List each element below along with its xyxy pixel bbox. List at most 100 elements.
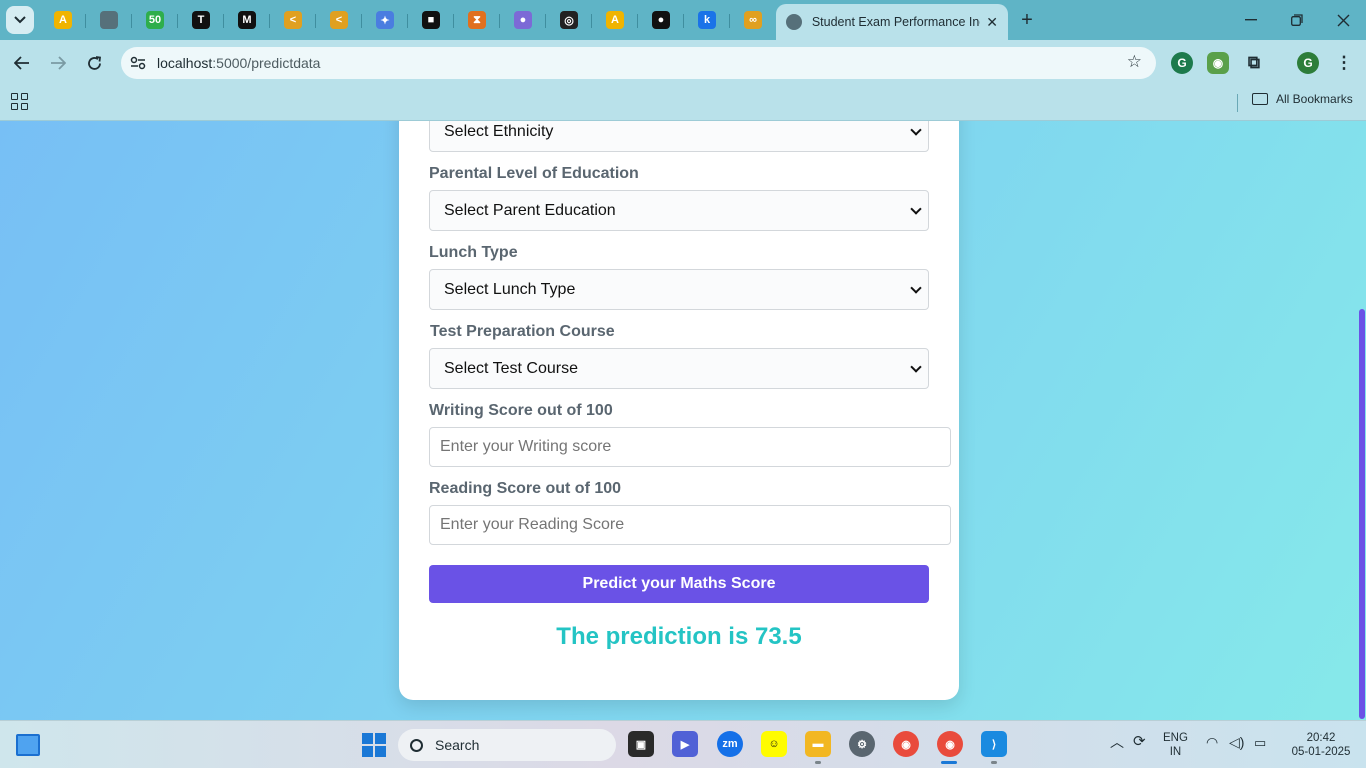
minimize-icon [1245, 19, 1257, 21]
medium-icon: M [238, 11, 256, 29]
chrome-profile-icon[interactable]: ◉ [937, 731, 963, 757]
sync-icon[interactable]: ⟳ [1133, 734, 1146, 749]
lunch-type-select[interactable]: Select Lunch Type [429, 269, 929, 310]
parent-education-select[interactable]: Select Parent Education [429, 190, 929, 231]
new-tab-button[interactable]: + [1016, 9, 1038, 31]
zoom-icon[interactable]: zm [717, 731, 743, 757]
restore-icon [1291, 14, 1303, 26]
reading-score-label: Reading Score out of 100 [429, 480, 622, 497]
test-prep-select[interactable]: Select Test Course [429, 348, 929, 389]
arrow-left-icon [14, 56, 29, 70]
back-button[interactable] [10, 51, 34, 75]
pinned-tab[interactable]: < [270, 6, 316, 34]
pinned-tabs: A 50 T M < < ✦ ■ ⧗ ● ◎ A ● k ∞ [40, 6, 776, 34]
settings-gear-icon[interactable]: ⚙ [849, 731, 875, 757]
language-line1: ENG [1163, 732, 1188, 744]
pinned-tab[interactable]: T [178, 6, 224, 34]
android-extension-icon[interactable]: ◉ [1207, 52, 1229, 74]
site-info-icon[interactable] [129, 54, 147, 72]
active-tab[interactable]: Student Exam Performance Indi ✕ [776, 4, 1008, 40]
leaf-icon: < [284, 11, 302, 29]
close-tab-icon[interactable]: ✕ [986, 14, 998, 31]
tab-search-button[interactable] [6, 6, 34, 34]
puzzle-icon: ■ [422, 11, 440, 29]
chevron-down-icon [910, 361, 922, 373]
apps-grid-icon[interactable] [11, 93, 28, 110]
pinned-tab[interactable]: A [40, 6, 86, 34]
reload-button[interactable] [82, 51, 106, 75]
page-scrollbar[interactable] [1358, 121, 1366, 720]
pinned-tab[interactable]: k [684, 6, 730, 34]
predict-button[interactable]: Predict your Maths Score [429, 565, 929, 603]
all-bookmarks-label: All Bookmarks [1276, 92, 1353, 106]
folder-icon [1252, 93, 1268, 105]
tradingview-icon: T [192, 11, 210, 29]
chrome-icon[interactable]: ◉ [893, 731, 919, 757]
bookmark-star-icon[interactable]: ☆ [1127, 52, 1142, 72]
teams-icon[interactable]: ▶ [672, 731, 698, 757]
file-explorer-icon[interactable]: ▬ [805, 731, 831, 757]
pinned-tab[interactable] [86, 6, 132, 34]
close-icon [1337, 14, 1349, 26]
clock-time: 20:42 [1306, 732, 1336, 744]
scrollbar-thumb[interactable] [1359, 309, 1365, 719]
pinned-tab[interactable]: ● [500, 6, 546, 34]
chevron-down-icon [910, 203, 922, 215]
reading-score-input[interactable] [429, 505, 951, 545]
more-menu-icon[interactable]: ⋮ [1333, 52, 1355, 74]
battery-icon[interactable]: ▭ [1254, 736, 1266, 750]
prediction-result: The prediction is 73.5 [556, 623, 802, 650]
url-text: localhost:5000/predictdata [157, 55, 320, 71]
vscode-icon[interactable]: ⟩ [981, 731, 1007, 757]
pinned-tab[interactable]: ∞ [730, 6, 776, 34]
task-view-icon[interactable]: ▣ [628, 731, 654, 757]
pinned-tab[interactable]: ■ [408, 6, 454, 34]
writing-score-input[interactable] [429, 427, 951, 467]
github-icon: ● [652, 11, 670, 29]
pinned-tab[interactable]: 50 [132, 6, 178, 34]
address-bar[interactable]: localhost:5000/predictdata ☆ [121, 47, 1156, 79]
copilot-icon: ● [514, 11, 532, 29]
pinned-tab[interactable]: ⧗ [454, 6, 500, 34]
clock-date: 05-01-2025 [1291, 746, 1351, 758]
chevron-up-icon[interactable]: ︿ [1110, 735, 1124, 749]
search-icon [410, 738, 423, 752]
profile-avatar[interactable]: G [1297, 52, 1319, 74]
wifi-icon[interactable]: ◠ [1206, 735, 1218, 749]
running-indicator [991, 761, 997, 764]
pinned-tab[interactable]: ● [638, 6, 684, 34]
leaf-icon-2: < [330, 11, 348, 29]
grammarly-icon[interactable]: G [1171, 52, 1193, 74]
url-path: :5000/predictdata [212, 55, 321, 71]
parent-education-label: Parental Level of Education [429, 165, 639, 182]
link-icon: ∞ [744, 11, 762, 29]
page-viewport: Select Ethnicity Parental Level of Educa… [0, 121, 1366, 720]
ethnicity-select[interactable]: Select Ethnicity [429, 121, 929, 152]
start-button[interactable] [362, 733, 386, 757]
chevron-down-icon [14, 16, 26, 24]
parent-education-select-value: Select Parent Education [444, 201, 616, 219]
extensions-puzzle-icon[interactable]: ⧉ [1243, 52, 1265, 74]
forward-button[interactable] [46, 51, 70, 75]
widgets-icon[interactable] [16, 734, 40, 756]
pinned-tab[interactable]: ✦ [362, 6, 408, 34]
pinned-tab[interactable]: ◎ [546, 6, 592, 34]
pinned-tab[interactable]: < [316, 6, 362, 34]
reload-icon [87, 55, 101, 70]
browser-toolbar: localhost:5000/predictdata ☆ G ◉ ⧉ G ⋮ [0, 40, 1366, 86]
volume-icon[interactable]: ◁) [1229, 735, 1244, 749]
chevron-down-icon [910, 282, 922, 294]
running-indicator [815, 761, 821, 764]
clock[interactable]: 20:42 05-01-2025 [1283, 731, 1359, 759]
close-window-button[interactable] [1320, 0, 1366, 40]
minimize-button[interactable] [1228, 0, 1274, 40]
globe-icon [100, 11, 118, 29]
pinned-tab[interactable]: M [224, 6, 270, 34]
pinned-tab[interactable]: A [592, 6, 638, 34]
windows-taskbar: Search ▣ ▶ zm ☺ ▬ ⚙ ◉ ◉ ⟩ ︿ ⟳ ENG IN ◠ ◁… [0, 720, 1366, 768]
language-indicator[interactable]: ENG IN [1163, 731, 1188, 759]
snapchat-icon[interactable]: ☺ [761, 731, 787, 757]
restore-button[interactable] [1274, 0, 1320, 40]
all-bookmarks-button[interactable]: All Bookmarks [1252, 92, 1353, 106]
taskbar-search[interactable]: Search [398, 729, 616, 761]
